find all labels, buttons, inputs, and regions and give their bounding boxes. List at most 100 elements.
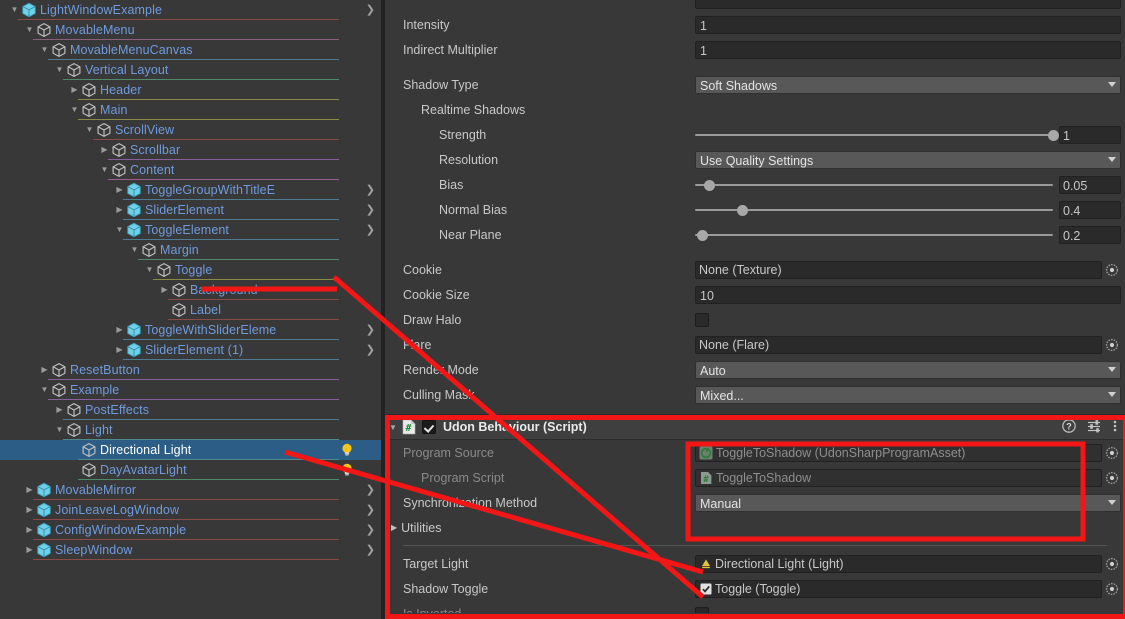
bias-input[interactable]: 0.05 xyxy=(1059,175,1121,194)
prefab-open-chevron-icon[interactable]: ❯ xyxy=(366,500,375,520)
slider-knob[interactable] xyxy=(697,229,709,241)
program-source-object-field[interactable]: ToggleToShadow (UdonSharpProgramAsset) xyxy=(695,443,1102,462)
slider-knob[interactable] xyxy=(1048,129,1059,141)
prefab-open-chevron-icon[interactable]: ❯ xyxy=(366,540,375,560)
chevron-down-icon[interactable]: ▼ xyxy=(83,120,96,140)
chevron-right-icon[interactable]: ▶ xyxy=(98,140,111,160)
row-shadow-type[interactable]: Shadow Type Soft Shadows xyxy=(385,72,1125,97)
draw-halo-checkbox[interactable] xyxy=(695,312,709,327)
row-near-plane[interactable]: Near Plane 0.2 xyxy=(385,222,1125,247)
hierarchy-item-content[interactable]: ▼ Content xyxy=(0,160,381,180)
hierarchy-item-sliderelement-1[interactable]: ▶ SliderElement (1) ❯ xyxy=(0,340,381,360)
preset-icon[interactable] xyxy=(1087,419,1102,436)
row-shadow-toggle[interactable]: Shadow Toggle Toggle (Toggle) xyxy=(385,576,1125,601)
near-plane-input[interactable]: 0.2 xyxy=(1059,225,1121,244)
object-picker-icon[interactable] xyxy=(1103,555,1121,573)
row-render-mode[interactable]: Render Mode Auto xyxy=(385,357,1125,382)
chevron-right-icon[interactable]: ▶ xyxy=(113,340,126,360)
hierarchy-item-margin[interactable]: ▼ Margin xyxy=(0,240,381,260)
row-strength[interactable]: Strength 1 xyxy=(385,122,1125,147)
hierarchy-item-label[interactable]: Label xyxy=(0,300,381,320)
prefab-open-chevron-icon[interactable]: ❯ xyxy=(366,200,375,220)
slider-knob[interactable] xyxy=(704,179,716,191)
object-picker-icon[interactable] xyxy=(1103,469,1121,487)
prefab-open-chevron-icon[interactable]: ❯ xyxy=(366,0,375,20)
normal-bias-slider[interactable] xyxy=(695,201,1053,219)
cookie-object-field[interactable]: None (Texture) xyxy=(695,260,1102,279)
more-menu-icon[interactable] xyxy=(1113,419,1117,436)
hierarchy-item-lightwindowexample[interactable]: ▼ LightWindowExample ❯ xyxy=(0,0,381,20)
row-program-source[interactable]: Program Source ToggleToShadow (UdonSharp… xyxy=(385,440,1125,465)
chevron-down-icon[interactable]: ▼ xyxy=(385,423,401,432)
chevron-down-icon[interactable]: ▼ xyxy=(68,100,81,120)
object-picker-icon[interactable] xyxy=(1103,444,1121,462)
hierarchy-item-posteffects[interactable]: ▶ PostEffects xyxy=(0,400,381,420)
resolution-dropdown[interactable]: Use Quality Settings xyxy=(695,150,1121,169)
hierarchy-item-toggle[interactable]: ▼ Toggle xyxy=(0,260,381,280)
chevron-right-icon[interactable]: ▶ xyxy=(53,400,66,420)
chevron-down-icon[interactable]: ▼ xyxy=(38,380,51,400)
chevron-down-icon[interactable]: ▼ xyxy=(143,260,156,280)
hierarchy-item-dayavatarlight[interactable]: DayAvatarLight xyxy=(0,460,381,480)
hierarchy-item-sleepwindow[interactable]: ▶ SleepWindow ❯ xyxy=(0,540,381,560)
object-picker-icon[interactable] xyxy=(1103,261,1121,279)
chevron-right-icon[interactable]: ▶ xyxy=(391,523,397,532)
chevron-right-icon[interactable]: ▶ xyxy=(113,180,126,200)
chevron-down-icon[interactable]: ▼ xyxy=(53,420,66,440)
hierarchy-item-vertical-layout[interactable]: ▼ Vertical Layout xyxy=(0,60,381,80)
bias-slider[interactable] xyxy=(695,176,1053,194)
chevron-down-icon[interactable]: ▼ xyxy=(98,160,111,180)
row-flare[interactable]: Flare None (Flare) xyxy=(385,332,1125,357)
row-synchronization-method[interactable]: Synchronization Method Manual xyxy=(385,490,1125,515)
chevron-down-icon[interactable]: ▼ xyxy=(128,240,141,260)
chevron-right-icon[interactable]: ▶ xyxy=(113,200,126,220)
normal-bias-input[interactable]: 0.4 xyxy=(1059,200,1121,219)
hierarchy-item-directional-light[interactable]: Directional Light xyxy=(0,440,381,460)
hierarchy-item-movablemenu[interactable]: ▼ MovableMenu xyxy=(0,20,381,40)
hierarchy-item-example[interactable]: ▼ Example xyxy=(0,380,381,400)
row-draw-halo[interactable]: Draw Halo xyxy=(385,307,1125,332)
flare-object-field[interactable]: None (Flare) xyxy=(695,335,1102,354)
prefab-open-chevron-icon[interactable]: ❯ xyxy=(366,220,375,240)
target-light-object-field[interactable]: Directional Light (Light) xyxy=(695,554,1102,573)
row-target-light[interactable]: Target Light Directional Light (Light) xyxy=(385,551,1125,576)
hierarchy-item-movablemirror[interactable]: ▶ MovableMirror ❯ xyxy=(0,480,381,500)
shadow-type-dropdown[interactable]: Soft Shadows xyxy=(695,75,1121,94)
object-picker-icon[interactable] xyxy=(1103,336,1121,354)
hierarchy-item-header[interactable]: ▶ Header xyxy=(0,80,381,100)
prefab-open-chevron-icon[interactable]: ❯ xyxy=(366,520,375,540)
chevron-right-icon[interactable]: ▶ xyxy=(68,80,81,100)
prefab-open-chevron-icon[interactable]: ❯ xyxy=(366,320,375,340)
prefab-open-chevron-icon[interactable]: ❯ xyxy=(366,340,375,360)
udon-enabled-checkbox[interactable] xyxy=(422,420,436,434)
row-intensity[interactable]: Intensity 1 xyxy=(385,12,1125,37)
object-picker-icon[interactable] xyxy=(1103,580,1121,598)
hierarchy-item-background[interactable]: ▶ Background xyxy=(0,280,381,300)
hierarchy-item-light[interactable]: ▼ Light xyxy=(0,420,381,440)
row-utilities[interactable]: ▶ Utilities xyxy=(385,515,1125,540)
intensity-input[interactable]: 1 xyxy=(695,15,1121,34)
program-script-object-field[interactable]: # ToggleToShadow xyxy=(695,468,1102,487)
is-inverted-checkbox[interactable] xyxy=(695,606,709,613)
row-program-script[interactable]: Program Script # ToggleToShadow xyxy=(385,465,1125,490)
row-cookie-size[interactable]: Cookie Size 10 xyxy=(385,282,1125,307)
hierarchy-item-main[interactable]: ▼ Main xyxy=(0,100,381,120)
hierarchy-item-toggleelement[interactable]: ▼ ToggleElement ❯ xyxy=(0,220,381,240)
chevron-right-icon[interactable]: ▶ xyxy=(113,320,126,340)
shadow-toggle-object-field[interactable]: Toggle (Toggle) xyxy=(695,579,1102,598)
cookie-size-input[interactable]: 10 xyxy=(695,285,1121,304)
chevron-down-icon[interactable]: ▼ xyxy=(8,0,21,20)
row-bias[interactable]: Bias 0.05 xyxy=(385,172,1125,197)
chevron-down-icon[interactable]: ▼ xyxy=(23,20,36,40)
culling-mask-dropdown[interactable]: Mixed... xyxy=(695,385,1121,404)
row-cookie[interactable]: Cookie None (Texture) xyxy=(385,257,1125,282)
hierarchy-panel[interactable]: ▼ LightWindowExample ❯ ▼ MovableMenu ▼ Movable… xyxy=(0,0,381,619)
row-normal-bias[interactable]: Normal Bias 0.4 xyxy=(385,197,1125,222)
chevron-right-icon[interactable]: ▶ xyxy=(38,360,51,380)
prefab-open-chevron-icon[interactable]: ❯ xyxy=(366,480,375,500)
chevron-down-icon[interactable]: ▼ xyxy=(53,60,66,80)
chevron-right-icon[interactable]: ▶ xyxy=(158,280,171,300)
help-icon[interactable]: ? xyxy=(1062,418,1076,436)
render-mode-dropdown[interactable]: Auto xyxy=(695,360,1121,379)
hierarchy-item-resetbutton[interactable]: ▶ ResetButton xyxy=(0,360,381,380)
